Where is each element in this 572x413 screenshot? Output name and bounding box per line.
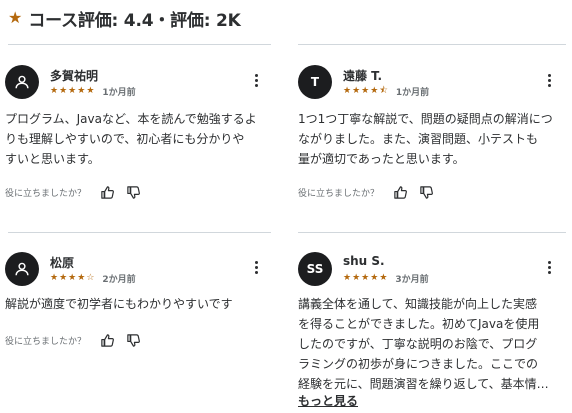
person-icon xyxy=(15,75,29,89)
more-options-icon[interactable] xyxy=(249,71,263,89)
reviewer-name: 多賀祐明 xyxy=(50,69,99,83)
star-full-icon: ★ xyxy=(370,273,379,283)
thumbs-down-icon[interactable] xyxy=(124,331,142,349)
review-date: 1か月前 xyxy=(395,88,430,98)
review-card: 松原 ★ ★ ★ ★ ☆ 2か月前 解説が適度で初学者にもわかりやすいです 役に立ちまし… xyxy=(5,252,271,362)
review-text: プログラム、Javaなど、本を読んで勉強するよ りも理解しやすいので、初心者にも分… xyxy=(5,109,257,169)
star-full-icon: ★ xyxy=(343,86,352,96)
reviewer-name: 遠藤 T. xyxy=(343,69,383,83)
course-rating-header: ★ コース評価: 4.4・評価: 2K xyxy=(8,4,241,32)
star-rating: ★ ★ ★ ★ ★ xyxy=(343,274,387,283)
star-full-icon: ★ xyxy=(68,86,77,96)
star-full-icon: ★ xyxy=(370,86,379,96)
star-empty-icon: ☆ xyxy=(86,273,95,283)
review-text: 講義全体を通して、知識技能が向上した実感 を得ることができました。初めてJavaを… xyxy=(298,294,549,394)
review-text-line: 1つ1つ丁寧な解説で、問題の疑問点の解消につ xyxy=(298,112,553,126)
star-full-icon: ★ xyxy=(361,86,370,96)
star-full-icon: ★ xyxy=(50,273,59,283)
review-text-line: 量が適切であったと思います。 xyxy=(298,152,465,166)
review-text: 1つ1つ丁寧な解説で、問題の疑問点の解消につ ながりました。また、演習問題、小テス… xyxy=(298,109,553,169)
review-card: 多賀祐明 ★ ★ ★ ★ ★ 1か月前 プログラム、Javaなど、本を読んで勉強するより… xyxy=(5,65,271,210)
divider xyxy=(8,232,271,233)
thumbs-up-icon[interactable] xyxy=(98,331,116,349)
avatar xyxy=(5,65,39,99)
star-full-icon: ★ xyxy=(86,86,95,96)
more-options-icon[interactable] xyxy=(542,258,556,276)
avatar xyxy=(5,252,39,286)
star-icon: ★ xyxy=(8,8,23,27)
divider xyxy=(298,44,566,45)
review-text-line: 経験を元に、問題演習を繰り返して、基本情… xyxy=(298,377,549,391)
star-full-icon: ★ xyxy=(361,273,370,283)
star-rating: ★ ★ ★ ★ ★ xyxy=(50,87,94,96)
review-text-line: ラミングの初歩が身につきました。ここでの xyxy=(298,357,539,371)
review-date: 3か月前 xyxy=(395,275,429,285)
star-full-icon: ★ xyxy=(352,273,361,283)
review-card: SS shu S. ★ ★ ★ ★ ★ 3か月前 講義全体を通して、知識技能が向上した実… xyxy=(298,252,566,412)
review-text-line: ながりました。また、演習問題、小テストも xyxy=(298,132,539,146)
star-half-icon: ⯪ xyxy=(379,86,388,96)
helpful-prompt: 役に立ちましたか？ xyxy=(5,336,87,347)
helpful-prompt: 役に立ちましたか？ xyxy=(298,188,380,199)
review-date: 1か月前 xyxy=(102,88,136,98)
star-full-icon: ★ xyxy=(50,86,59,96)
review-text-line: 解説が適度で初学者にもわかりやすいです xyxy=(5,297,233,311)
avatar-initials: T xyxy=(310,75,320,89)
review-date: 2か月前 xyxy=(102,275,136,285)
avatar: T xyxy=(298,65,332,99)
review-text-line: りも理解しやすいので、初心者にも分かりや xyxy=(5,132,245,146)
helpful-prompt: 役に立ちましたか？ xyxy=(5,188,87,199)
star-full-icon: ★ xyxy=(59,273,68,283)
reviewer-name: shu S. xyxy=(343,254,385,268)
person-icon xyxy=(15,262,29,276)
reviewer-name: 松原 xyxy=(50,256,75,270)
star-rating: ★ ★ ★ ★ ⯪ xyxy=(343,87,388,96)
star-full-icon: ★ xyxy=(352,86,361,96)
star-full-icon: ★ xyxy=(343,273,352,283)
course-rating-title: コース評価: 4.4・評価: 2K xyxy=(28,10,241,31)
star-full-icon: ★ xyxy=(77,86,86,96)
review-text-line: したのですが、丁寧な説明のお陰で、プログ xyxy=(298,337,538,351)
review-text: 解説が適度で初学者にもわかりやすいです xyxy=(5,294,233,314)
thumbs-down-icon[interactable] xyxy=(124,183,142,201)
more-options-icon[interactable] xyxy=(542,71,556,89)
review-text-line: プログラム、Javaなど、本を読んで勉強するよ xyxy=(5,112,257,126)
star-rating: ★ ★ ★ ★ ☆ xyxy=(50,274,94,283)
thumbs-up-icon[interactable] xyxy=(98,183,116,201)
avatar: SS xyxy=(298,252,332,286)
divider xyxy=(8,44,271,45)
review-text-line: すいと思います。 xyxy=(5,152,100,166)
star-full-icon: ★ xyxy=(59,86,68,96)
avatar-initials: SS xyxy=(306,262,324,276)
review-text-line: 講義全体を通して、知識技能が向上した実感 xyxy=(298,297,538,311)
thumbs-up-icon[interactable] xyxy=(391,183,409,201)
review-text-line: を得ることができました。初めてJavaを使用 xyxy=(298,317,540,331)
show-more-link[interactable]: もっと見る xyxy=(298,392,358,409)
more-options-icon[interactable] xyxy=(249,258,263,276)
star-full-icon: ★ xyxy=(77,273,86,283)
star-full-icon: ★ xyxy=(379,273,388,283)
thumbs-down-icon[interactable] xyxy=(417,183,435,201)
review-card: T 遠藤 T. ★ ★ ★ ★ ⯪ 1か月前 1つ1つ丁寧な解説で、問題の疑問点の解消に… xyxy=(298,65,566,210)
divider xyxy=(298,232,566,233)
star-full-icon: ★ xyxy=(68,273,77,283)
